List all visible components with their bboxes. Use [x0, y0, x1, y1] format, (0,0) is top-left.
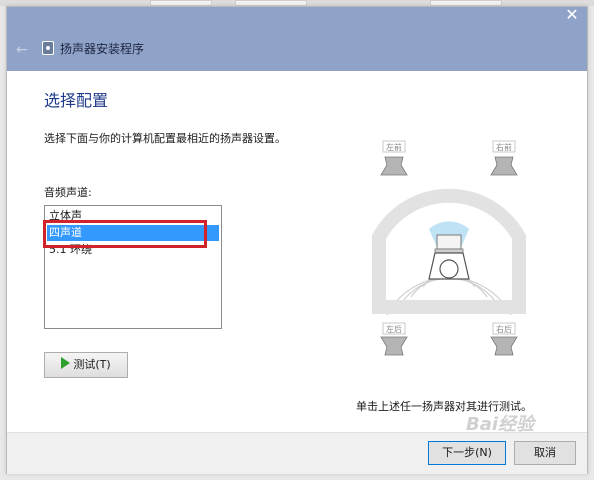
front-right-speaker[interactable]: 右前 — [490, 140, 518, 176]
test-button[interactable]: 测试(T) — [44, 352, 128, 378]
rear-left-speaker-icon — [380, 336, 408, 356]
rear-left-label: 左后 — [386, 324, 402, 334]
monitor-icon — [436, 234, 462, 250]
desk-icon — [434, 248, 464, 254]
front-left-speaker[interactable]: 左前 — [380, 140, 408, 176]
page-heading: 选择配置 — [44, 91, 109, 110]
test-button-label: 测试(T) — [73, 358, 111, 371]
listener-head-icon — [439, 259, 459, 279]
sound-arc-2 — [410, 276, 488, 298]
back-arrow-icon[interactable]: ← — [16, 42, 28, 58]
speaker-layout-diagram: 左前 右前 左后 右后 — [372, 140, 526, 356]
window-title: 扬声器安装程序 — [60, 42, 145, 56]
selection-annotation-box — [43, 220, 207, 248]
rear-right-speaker-icon — [490, 336, 518, 356]
title-bar: ✕ ← 扬声器安装程序 — [7, 7, 587, 71]
front-left-label: 左前 — [386, 142, 402, 152]
speaker-setup-window: ✕ ← 扬声器安装程序 选择配置 选择下面与你的计算机配置最相近的扬声器设置。 … — [6, 6, 588, 474]
front-right-label: 右前 — [496, 142, 512, 152]
baidu-watermark: Bai经验 — [466, 414, 535, 435]
speaker-app-icon — [42, 41, 54, 55]
page-description: 选择下面与你的计算机配置最相近的扬声器设置。 — [44, 132, 286, 145]
front-right-speaker-icon — [490, 156, 518, 176]
audio-channel-label: 音频声道: — [44, 186, 92, 199]
rear-right-label: 右后 — [496, 324, 512, 334]
close-icon[interactable]: ✕ — [563, 7, 581, 25]
rear-left-speaker[interactable]: 左后 — [380, 322, 408, 356]
rear-right-speaker[interactable]: 右后 — [490, 322, 518, 356]
front-left-speaker-icon — [380, 156, 408, 176]
play-icon — [61, 357, 71, 369]
